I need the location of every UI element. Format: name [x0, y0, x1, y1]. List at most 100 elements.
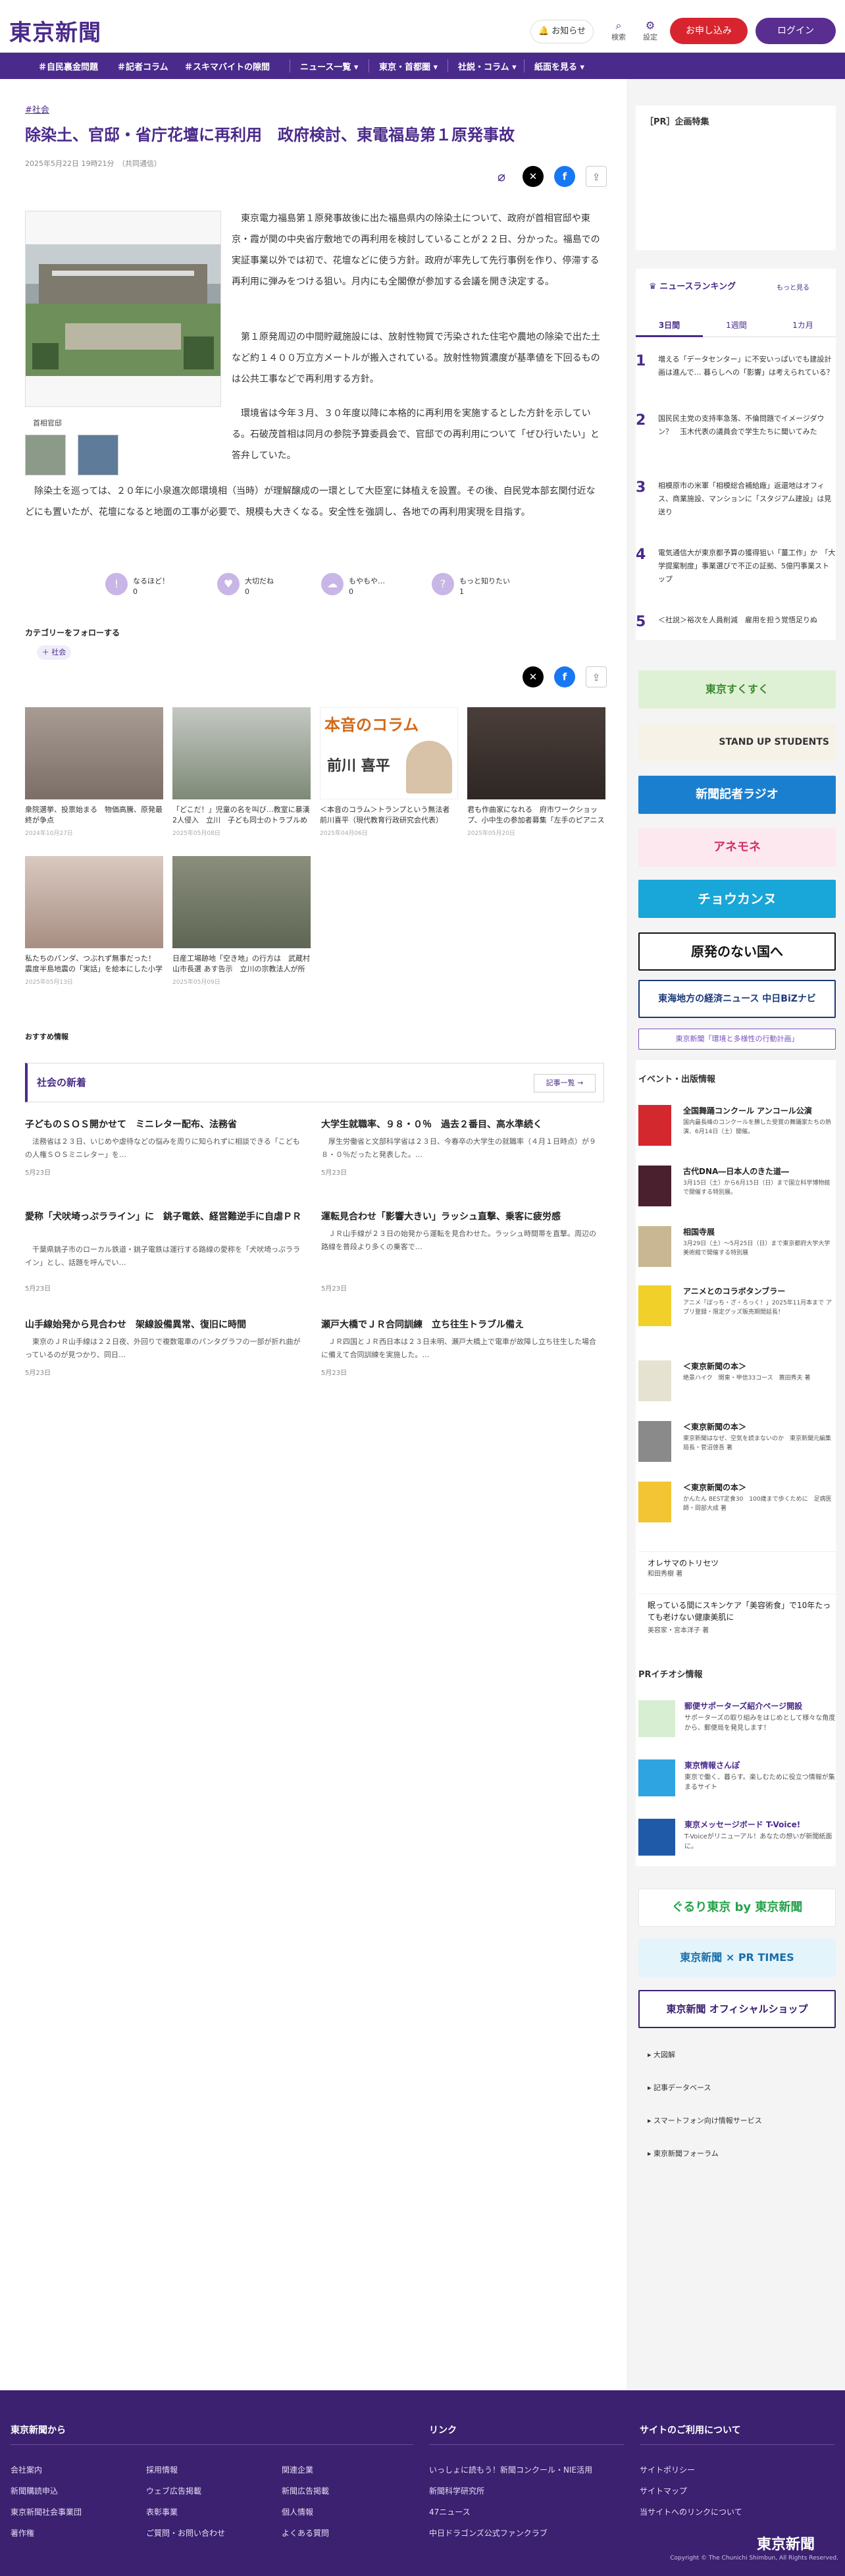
- footer-link[interactable]: 47ニュース: [429, 2506, 471, 2517]
- article-paragraph: 環境省は今年３月、３０年度以降に本格的に再利用を実施するとした方針を示している。…: [232, 408, 600, 461]
- banner-bizna[interactable]: 東海地方の経済ニュース 中日BiZナビ: [638, 980, 836, 1018]
- footer-link[interactable]: サイトポリシー: [640, 2464, 695, 2475]
- news-item[interactable]: 愛称「犬吠埼っぷラライン」に 銚子電鉄、経営難逆手に自虐ＰＲ 千葉県銚子市のロー…: [25, 1209, 301, 1295]
- footer-link[interactable]: 著作権: [11, 2527, 34, 2538]
- event-item[interactable]: ＜東京新聞の本＞ かんたん BEST定食30 100歳まで歩くために 足病医師・岡…: [638, 1482, 836, 1522]
- banner-prtimes[interactable]: 東京新聞 × PR TIMES: [638, 1939, 836, 1977]
- banner-no-nuclear[interactable]: 原発のない国へ: [638, 932, 836, 971]
- sidebar-link[interactable]: ▸ スマートフォン向け情報サービス: [648, 2115, 762, 2126]
- photo-thumbnail[interactable]: [78, 435, 118, 475]
- banner-anemone[interactable]: アネモネ: [638, 828, 836, 867]
- share-icon[interactable]: ⇪: [586, 166, 607, 187]
- ranking-more-link[interactable]: もっと見る: [777, 282, 809, 292]
- news-item[interactable]: 運転見合わせ「影響大きい」ラッシュ直撃、乗客に疲労感 ＪＲ山手線が２３日の始発か…: [321, 1209, 598, 1295]
- nav-item[interactable]: ＃スキマバイトの隙間: [184, 60, 270, 72]
- footer-link[interactable]: 表彰事業: [146, 2506, 178, 2517]
- footer-link[interactable]: 中日ドラゴンズ公式ファンクラブ: [429, 2527, 548, 2538]
- login-button[interactable]: ログイン: [755, 18, 836, 44]
- nav-item[interactable]: 社説・コラム ▾: [458, 60, 517, 72]
- banner-standup-students[interactable]: STAND UP STUDENTS: [638, 723, 836, 761]
- news-item[interactable]: 大学生就職率、９８・０％ 過去２番目、高水準続く 厚生労働省と文部科学省は２３日…: [321, 1117, 598, 1183]
- footer-link[interactable]: いっしょに読もう！新聞コンクール・NIE活用: [429, 2464, 592, 2475]
- related-article-image: [172, 707, 311, 799]
- x-share-icon[interactable]: ✕: [523, 166, 544, 187]
- news-item[interactable]: 瀬戸大橋でＪＲ合同訓練 立ち往生トラブル備え ＪＲ四国とＪＲ西日本は２３日未明、…: [321, 1317, 598, 1383]
- share-icon[interactable]: ⇪: [586, 666, 607, 687]
- nav-item[interactable]: ニュース一覧 ▾: [300, 60, 358, 72]
- pr-item[interactable]: 東京情報さんぽ 東京で働く、暮らす。楽しむために役立つ情報が集まるサイト: [638, 1759, 836, 1799]
- search-icon: ⌕: [615, 19, 622, 32]
- notification-button[interactable]: 🔔 お知らせ: [530, 20, 594, 43]
- site-header: 東京新聞 🔔 お知らせ ⌕ 検索 ⚙ 設定 お申し込み ログイン: [0, 0, 845, 53]
- site-footer: 東京新聞から リンク サイトのご利用について 会社案内 新聞購読申込 東京新聞社…: [0, 2390, 845, 2576]
- banner-environment[interactable]: 東京新聞「環境と多様性の行動計画」: [638, 1029, 836, 1050]
- ranking-item[interactable]: 1 増える「データセンター」に不安いっぱいでも建設計画は進んで… 暮らしへの「影響…: [636, 353, 836, 392]
- site-logo[interactable]: 東京新聞: [9, 14, 101, 47]
- pr-item[interactable]: 東京メッセージボード T-Voice! T-Voiceがリニューアル！あなたの想い…: [638, 1819, 836, 1858]
- nav-item[interactable]: ＃自民裏金問題: [38, 60, 98, 72]
- facebook-share-icon[interactable]: f: [554, 666, 575, 687]
- event-item[interactable]: 全国舞踊コンクール アンコール公演 国内最長峰のコンクールを勝した受賞の舞踊家たち…: [638, 1105, 836, 1146]
- nav-item[interactable]: ＃記者コラム: [117, 60, 168, 72]
- article-photo[interactable]: [25, 211, 221, 407]
- photo-thumbnail[interactable]: [25, 435, 66, 475]
- news-item[interactable]: 子どものＳＯＳ開かせて ミニレター配布、法務省 法務省は２３日、いじめや虐待など…: [25, 1117, 301, 1183]
- event-item[interactable]: アニメとのコラボタンブラー アニメ「ぼっち・ざ・ろっく！」2025年11月本まで …: [638, 1285, 836, 1326]
- event-item[interactable]: ＜東京新聞の本＞ 東京新聞はなぜ、空気を読まないのか 東京新聞元編集局長・菅沼啓吾…: [638, 1421, 836, 1462]
- ranking-item[interactable]: 4 電気通信大が東京都予算の獲得狙い「薑工作」か 「大学提案制度」事業選びで不正の…: [636, 547, 836, 586]
- ranking-item[interactable]: 5 ＜社説＞裕次を人員削減 雇用を担う覚悟足りぬ: [636, 614, 836, 640]
- footer-link[interactable]: 当サイトへのリンクについて: [640, 2506, 742, 2517]
- settings-button[interactable]: ⚙ 設定: [637, 20, 663, 42]
- column-banner-image: 本音のコラム 前川 喜平: [320, 707, 458, 799]
- author-portrait: [406, 741, 452, 793]
- banner-gururi[interactable]: ぐるり東京 by 東京新聞: [638, 1889, 836, 1927]
- nav-item[interactable]: 東京・首都圏 ▾: [379, 60, 438, 72]
- related-article-image: [467, 707, 605, 799]
- nav-item[interactable]: 紙面を見る ▾: [534, 60, 584, 72]
- sidebar-link[interactable]: ▸ 東京新聞フォーラム: [648, 2148, 719, 2159]
- event-item[interactable]: 相国寺展 3月29日（土）〜5月25日（日）まで東京都府大学大学美術館で開催する特…: [638, 1226, 836, 1267]
- ranking-item[interactable]: 2 国民民主党の支持率急落、不倫問題でイメージダウン？ 玉木代表の議員会で学生たち…: [636, 412, 836, 452]
- ranking-item[interactable]: 3 相模原市の米軍「相模総合補給廠」返還地はオフィス、商業施設、マンションに「スタ…: [636, 479, 836, 519]
- event-item[interactable]: 古代DNA―日本人のきた道― 3月15日（土）から6月15日（日）まで国立科学博物…: [638, 1166, 836, 1206]
- related-article-image: [25, 707, 163, 799]
- footer-link[interactable]: サイトマップ: [640, 2485, 687, 2496]
- footer-link[interactable]: 東京新聞社会事業団: [11, 2506, 82, 2517]
- search-button[interactable]: ⌕ 検索: [605, 20, 632, 42]
- footer-link[interactable]: ご質問・お問い合わせ: [146, 2527, 225, 2538]
- footer-link[interactable]: よくある質問: [282, 2527, 329, 2538]
- clip-icon[interactable]: ⌀: [491, 166, 512, 187]
- article-list-button[interactable]: 記事一覧 →: [534, 1074, 596, 1092]
- event-item[interactable]: ＜東京新聞の本＞ 絶景ハイク 関東・甲信33コース 蓑田秀夫 著: [638, 1360, 836, 1401]
- recommendations-heading: おすすめ情報: [25, 1033, 68, 1041]
- category-tag[interactable]: #社会: [25, 103, 49, 115]
- footer-link[interactable]: 会社案内: [11, 2464, 42, 2475]
- footer-link[interactable]: 採用情報: [146, 2464, 178, 2475]
- footer-link[interactable]: 新聞購読申込: [11, 2485, 58, 2496]
- footer-link[interactable]: 新聞広告掲載: [282, 2485, 329, 2496]
- article-title: 除染土、官邸・省庁花壇に再利用 政府検討、東電福島第１原発事故: [25, 126, 515, 144]
- follow-category-pill[interactable]: ＋ 社会: [37, 645, 71, 660]
- event-link[interactable]: 眠っている間にスキンケア「美容術食」で10年たっても老けない健康美肌に 美容家・宮…: [638, 1594, 836, 1634]
- footer-link[interactable]: 新聞科学研究所: [429, 2485, 484, 2496]
- ranking-tab-3days[interactable]: 3日間: [636, 315, 703, 337]
- banner-sukusuku[interactable]: 東京すくすく: [638, 670, 836, 709]
- news-item[interactable]: 山手線始発から見合わせ 架線設備異常、復旧に時間 東京のＪＲ山手線は２２日夜、外…: [25, 1317, 301, 1383]
- subscribe-button[interactable]: お申し込み: [670, 18, 748, 44]
- facebook-share-icon[interactable]: f: [554, 166, 575, 187]
- event-link[interactable]: オレサマのトリセツ 和田秀樹 著: [638, 1551, 836, 1578]
- pr-item[interactable]: 郵便サポーターズ紹介ページ開設 サポーターズの取り組みをはじめとして様々な角度から…: [638, 1700, 836, 1740]
- banner-radio[interactable]: 新聞記者ラジオ: [638, 776, 836, 814]
- sidebar-link[interactable]: ▸ 大図解: [648, 2049, 675, 2060]
- footer-link[interactable]: 個人情報: [282, 2506, 313, 2517]
- banner-shop[interactable]: 東京新聞 オフィシャルショップ: [638, 1990, 836, 2028]
- footer-link[interactable]: 関連企業: [282, 2464, 313, 2475]
- sidebar-link[interactable]: ▸ 記事データベース: [648, 2082, 711, 2093]
- gear-icon: ⚙: [645, 19, 655, 32]
- footer-logo[interactable]: 東京新聞: [757, 2533, 815, 2554]
- footer-link[interactable]: ウェブ広告掲載: [146, 2485, 201, 2496]
- banner-choukanyu[interactable]: チョウカンヌ: [638, 880, 836, 918]
- ranking-tab-1week[interactable]: 1週間: [703, 315, 770, 337]
- ranking-tab-1month[interactable]: 1カ月: [770, 315, 836, 337]
- x-share-icon[interactable]: ✕: [523, 666, 544, 687]
